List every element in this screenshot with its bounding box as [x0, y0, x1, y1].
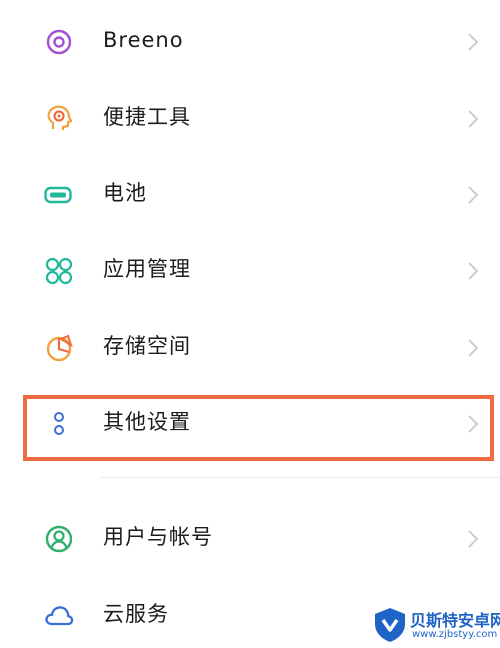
- settings-item-label: 存储空间: [103, 334, 191, 358]
- chevron-right-icon: [468, 339, 479, 357]
- settings-item-label: 应用管理: [103, 257, 191, 281]
- settings-item-label: Breeno: [103, 28, 184, 52]
- settings-item-breeno[interactable]: Breeno: [0, 10, 500, 70]
- chevron-right-icon: [468, 186, 479, 204]
- settings-item-quick-tools[interactable]: 便捷工具: [0, 87, 500, 147]
- highlight-box: [23, 395, 494, 461]
- watermark-shield-icon: [375, 608, 405, 642]
- settings-item-label: 便捷工具: [103, 105, 191, 129]
- cloud-service-icon: [45, 606, 74, 626]
- chevron-right-icon: [468, 33, 479, 51]
- watermark-title: 贝斯特安卓网: [410, 611, 500, 630]
- watermark-url: www.zjbstyy.com: [412, 629, 498, 640]
- chevron-right-icon: [468, 530, 479, 548]
- settings-item-battery[interactable]: 电池: [0, 163, 500, 223]
- settings-item-label: 云服务: [103, 602, 169, 626]
- section-divider: [100, 477, 500, 478]
- settings-item-label: 电池: [103, 181, 147, 205]
- battery-icon: [44, 186, 72, 204]
- settings-item-app-management[interactable]: 应用管理: [0, 239, 500, 299]
- settings-item-label: 用户与帐号: [103, 525, 213, 549]
- settings-item-storage[interactable]: 存储空间: [0, 316, 500, 376]
- settings-item-user-account[interactable]: 用户与帐号: [0, 507, 500, 567]
- chevron-right-icon: [468, 262, 479, 280]
- quick-tools-icon: [47, 105, 73, 130]
- app-management-icon: [45, 257, 73, 285]
- watermark: 贝斯特安卓网 www.zjbstyy.com: [370, 604, 500, 648]
- storage-icon: [46, 334, 73, 362]
- chevron-right-icon: [468, 110, 479, 128]
- breeno-icon: [46, 29, 72, 55]
- user-account-icon: [45, 525, 73, 553]
